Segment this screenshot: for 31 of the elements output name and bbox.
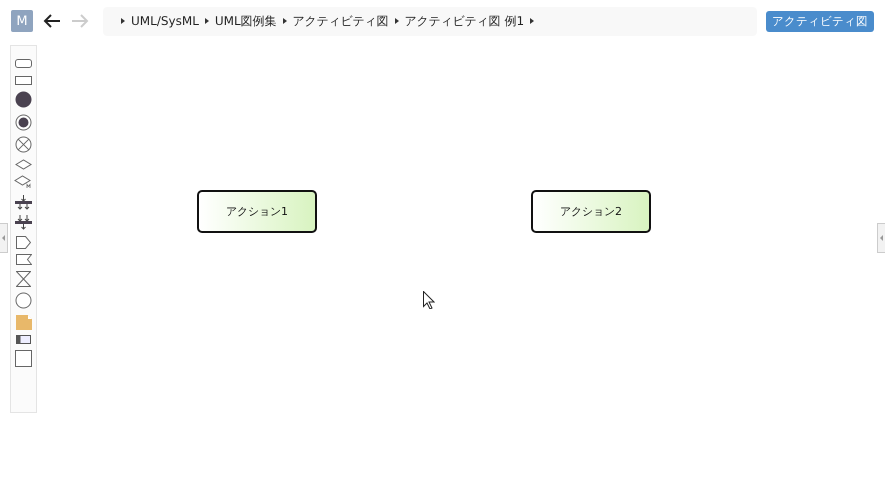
rounded-rectangle-icon[interactable] — [15, 58, 32, 69]
panel-handle[interactable] — [877, 223, 885, 253]
rectangle-icon[interactable] — [15, 74, 32, 86]
action-node: アクション1 — [197, 190, 317, 233]
square-icon[interactable] — [15, 350, 32, 366]
partition-icon[interactable] — [16, 335, 31, 344]
breadcrumb-link[interactable]: UML図例集 — [214, 12, 277, 30]
hourglass-icon[interactable] — [16, 270, 31, 286]
caret-icon — [204, 18, 209, 24]
crossed-circle-icon[interactable] — [15, 136, 32, 153]
breadcrumb-link[interactable]: アクティビティ図 — [292, 12, 389, 30]
fork-bar-icon[interactable] — [15, 194, 32, 210]
diamond-icon[interactable] — [14, 175, 33, 189]
diamond-icon[interactable] — [15, 158, 32, 170]
mouse-pointer-icon — [423, 291, 435, 309]
send-signal-icon[interactable] — [16, 236, 31, 248]
caret-icon — [121, 18, 125, 24]
breadcrumb-link[interactable]: UML/SysML — [131, 14, 199, 28]
back-icon[interactable] — [43, 14, 61, 28]
diagram-type-button[interactable]: アクティビティ図 — [766, 10, 874, 32]
filled-circle-icon[interactable] — [15, 91, 32, 108]
circle-icon[interactable] — [15, 292, 32, 309]
caret-icon — [282, 18, 287, 24]
panel-handle[interactable] — [0, 223, 8, 253]
breadcrumb-link[interactable]: アクティビティ図 例1 — [404, 12, 524, 30]
accept-signal-icon[interactable] — [16, 254, 32, 265]
action-node: アクション2 — [531, 190, 651, 233]
caret-icon — [394, 18, 399, 24]
caret-icon — [530, 18, 534, 24]
bullseye-icon[interactable] — [15, 114, 32, 130]
join-bar-icon[interactable] — [15, 215, 32, 230]
